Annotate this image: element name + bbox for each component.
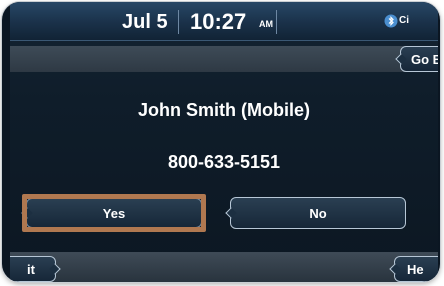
button-tab-icon: [21, 207, 33, 219]
screen: Jul 5 10:27 AM Ci Go B John Smith (Mobil…: [10, 2, 438, 282]
top-toolbar: [10, 46, 438, 72]
exit-button[interactable]: it: [10, 256, 61, 282]
device-bezel: Jul 5 10:27 AM Ci Go B John Smith (Mobil…: [2, 2, 440, 282]
help-button[interactable]: He: [389, 256, 438, 282]
status-divider: [276, 10, 277, 34]
go-back-button[interactable]: Go B: [395, 46, 438, 72]
bluetooth-label: Ci: [399, 15, 409, 26]
ampm-label: AM: [259, 19, 273, 29]
caller-name: John Smith (Mobile): [138, 100, 310, 120]
status-divider: [178, 10, 179, 34]
yes-label: Yes: [102, 205, 126, 221]
help-label: He: [407, 261, 424, 277]
button-tab-icon: [225, 207, 237, 219]
exit-label: it: [27, 261, 35, 277]
status-bar: Jul 5 10:27 AM Ci: [10, 2, 438, 41]
bluetooth-icon: [384, 14, 398, 28]
bottom-toolbar: [10, 252, 438, 282]
go-back-label: Go B: [411, 51, 438, 67]
no-button[interactable]: No: [225, 197, 406, 229]
no-label: No: [309, 205, 327, 221]
date-label: Jul 5: [122, 11, 168, 33]
time-label: 10:27: [190, 9, 247, 34]
yes-button[interactable]: Yes: [21, 198, 202, 228]
caller-number: 800-633-5151: [167, 152, 281, 172]
